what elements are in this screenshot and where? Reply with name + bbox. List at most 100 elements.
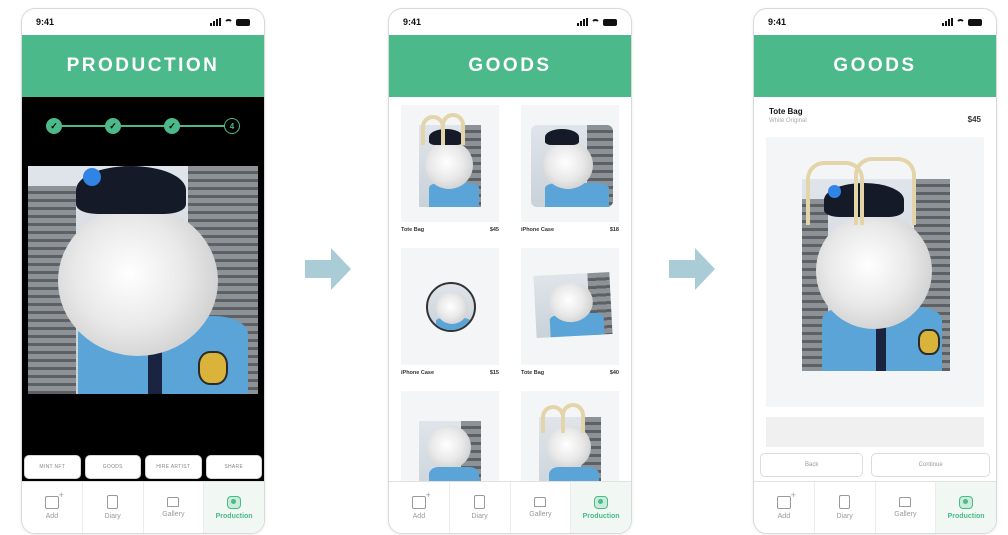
tote-bag-thumbnail <box>521 248 619 365</box>
diary-icon <box>474 495 486 509</box>
tote-bag-thumbnail <box>401 105 499 222</box>
flow-stage: 9:41 PRODUCTION ✓ ✓ ✓ 4 MINT NFT GOODS H… <box>0 0 1008 535</box>
diary-icon <box>107 495 119 509</box>
share-button[interactable]: SHARE <box>205 455 262 479</box>
signal-icon <box>577 18 588 26</box>
tab-label: Diary <box>104 513 121 520</box>
status-bar: 9:41 <box>754 9 996 35</box>
tab-diary[interactable]: Diary <box>450 482 511 533</box>
signal-icon <box>942 18 953 26</box>
tab-production[interactable]: Production <box>571 482 631 533</box>
detail-actions: Back Continue <box>760 453 990 477</box>
step-3-check-icon: ✓ <box>164 118 180 134</box>
goods-screen: 9:41 GOODS Tote Bag $45 iPhone Case $18 … <box>388 8 632 534</box>
placeholder-bar <box>766 417 984 447</box>
tab-label: Production <box>215 512 253 520</box>
status-bar: 9:41 <box>389 9 631 35</box>
progress-stepper: ✓ ✓ ✓ 4 <box>46 117 240 135</box>
tab-label: Diary <box>836 513 853 520</box>
wifi-icon <box>224 18 233 26</box>
step-1-check-icon: ✓ <box>46 118 62 134</box>
back-button[interactable]: Back <box>760 453 864 477</box>
gallery-icon <box>534 497 547 507</box>
wifi-icon <box>591 18 600 26</box>
mint-nft-button[interactable]: MINT NFT <box>24 455 81 479</box>
goods-item[interactable]: iPhone Case $18 <box>521 105 619 238</box>
page-title: GOODS <box>389 35 631 97</box>
signal-icon <box>210 18 221 26</box>
production-icon <box>959 495 974 509</box>
progress-line <box>54 125 232 127</box>
tab-label: Add <box>45 512 59 520</box>
tab-label: Production <box>582 512 620 520</box>
goods-button[interactable]: GOODS <box>84 455 141 479</box>
item-name: iPhone Case <box>521 227 555 233</box>
production-actions: MINT NFT GOODS HIRE ARTIST SHARE <box>24 455 262 479</box>
tab-label: Production <box>947 512 985 520</box>
item-name: Tote Bag <box>401 227 425 233</box>
add-icon <box>411 490 431 509</box>
iphone-case-thumbnail <box>521 105 619 222</box>
tab-gallery[interactable]: Gallery <box>511 482 572 533</box>
battery-icon <box>236 18 250 26</box>
tab-production[interactable]: Production <box>204 482 264 533</box>
goods-thumbnail <box>401 391 499 483</box>
system-icons <box>942 18 982 26</box>
goods-item[interactable]: Tote Bag $45 <box>401 105 499 238</box>
page-title: GOODS <box>754 35 996 97</box>
tab-label: Gallery <box>162 511 185 518</box>
battery-icon <box>603 18 617 26</box>
wifi-icon <box>956 18 965 26</box>
tab-label: Add <box>412 512 426 520</box>
tab-gallery[interactable]: Gallery <box>144 482 205 533</box>
add-icon <box>776 490 796 509</box>
item-price: $15 <box>489 370 499 376</box>
production-icon <box>594 495 609 509</box>
status-time: 9:41 <box>768 17 787 27</box>
iphone-case-round-thumbnail <box>401 248 499 365</box>
gallery-icon <box>899 497 912 507</box>
status-bar: 9:41 <box>22 9 264 35</box>
status-time: 9:41 <box>403 17 422 27</box>
cat-police-artwork <box>28 166 258 394</box>
goods-item[interactable] <box>521 391 619 483</box>
tab-bar: Add Diary Gallery Production <box>754 481 996 533</box>
production-icon <box>227 495 242 509</box>
diary-icon <box>839 495 851 509</box>
hire-artist-button[interactable]: HIRE ARTIST <box>145 455 202 479</box>
tab-label: Gallery <box>894 511 917 518</box>
tab-add[interactable]: Add <box>754 482 815 533</box>
tab-add[interactable]: Add <box>389 482 450 533</box>
goods-detail-screen: 9:41 GOODS Tote Bag White Original $45 B… <box>753 8 997 534</box>
item-price: $45 <box>489 227 499 233</box>
goods-grid: Tote Bag $45 iPhone Case $18 iPhone Case… <box>401 105 619 483</box>
item-price: $40 <box>609 370 619 376</box>
product-preview <box>766 137 984 407</box>
tab-diary[interactable]: Diary <box>83 482 144 533</box>
goods-item[interactable]: iPhone Case $15 <box>401 248 499 381</box>
production-canvas: ✓ ✓ ✓ 4 <box>22 97 264 483</box>
page-title: PRODUCTION <box>22 35 264 97</box>
goods-item[interactable] <box>401 391 499 483</box>
item-price: $18 <box>609 227 619 233</box>
tab-label: Diary <box>471 513 488 520</box>
tab-label: Gallery <box>529 511 552 518</box>
goods-item[interactable]: Tote Bag $40 <box>521 248 619 381</box>
continue-button[interactable]: Continue <box>871 453 990 477</box>
gallery-icon <box>167 497 180 507</box>
product-header: Tote Bag White Original $45 <box>769 107 981 124</box>
tab-add[interactable]: Add <box>22 482 83 533</box>
goods-thumbnail <box>521 391 619 483</box>
tab-gallery[interactable]: Gallery <box>876 482 937 533</box>
battery-icon <box>968 18 982 26</box>
production-screen: 9:41 PRODUCTION ✓ ✓ ✓ 4 MINT NFT GOODS H… <box>21 8 265 534</box>
step-4-indicator: 4 <box>224 118 240 134</box>
product-name: Tote Bag <box>769 107 803 116</box>
add-icon <box>44 490 64 509</box>
tab-diary[interactable]: Diary <box>815 482 876 533</box>
product-variant: White Original <box>769 118 807 124</box>
status-time: 9:41 <box>36 17 55 27</box>
tab-production[interactable]: Production <box>936 482 996 533</box>
item-name: iPhone Case <box>401 370 435 376</box>
tab-label: Add <box>777 512 791 520</box>
